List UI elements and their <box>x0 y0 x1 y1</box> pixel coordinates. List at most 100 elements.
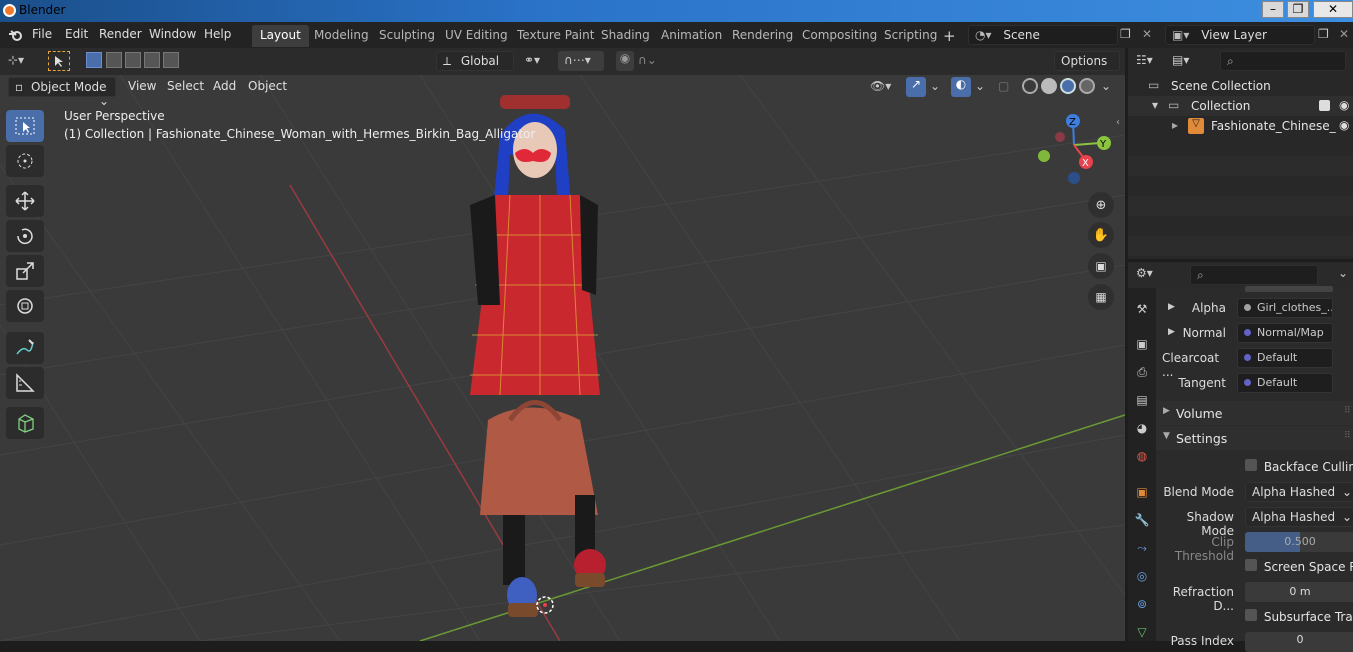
expand-right-icon[interactable]: ▶ <box>1168 327 1175 337</box>
screen-space-refraction-checkbox[interactable]: Screen Space R... <box>1245 559 1353 577</box>
subsurface-translucency-checkbox[interactable]: Subsurface Tran... <box>1245 609 1353 627</box>
outliner-row-object[interactable]: ▸ ▽ Fashionate_Chinese_ ◉ <box>1128 116 1353 136</box>
add-workspace-icon[interactable]: + <box>943 27 956 45</box>
outliner-search-input[interactable]: ⌕ <box>1220 51 1346 71</box>
visibility-icon[interactable]: 👁▾ <box>870 79 891 93</box>
expand-right-icon[interactable]: ▶ <box>1168 302 1175 312</box>
add-cube-tool[interactable] <box>6 407 44 439</box>
exclude-checkbox-icon[interactable] <box>1319 100 1330 111</box>
constraints-tab-icon[interactable]: ⊚ <box>1133 595 1151 613</box>
physics-tab-icon[interactable]: ◎ <box>1133 567 1151 585</box>
blender-menu-icon[interactable] <box>8 27 24 43</box>
tab-shading[interactable]: Shading <box>593 25 658 47</box>
select-subtract-icon[interactable] <box>125 52 141 68</box>
viewport-menu-add[interactable]: Add <box>213 79 236 93</box>
editor-type-icon[interactable]: ⊹▾ <box>8 53 24 67</box>
annotate-tool[interactable] <box>6 332 44 364</box>
select-invert-icon[interactable] <box>144 52 160 68</box>
object-tab-icon[interactable]: ▣ <box>1133 483 1151 501</box>
rendered-shading-icon[interactable] <box>1079 78 1095 94</box>
drag-handle-icon[interactable]: ⠿ <box>1344 431 1351 441</box>
measure-tool[interactable] <box>6 367 44 399</box>
close-button[interactable]: ✕ <box>1313 1 1353 18</box>
tab-scripting[interactable]: Scripting <box>876 25 945 47</box>
proportional-editing-icon[interactable]: ◉ <box>616 51 634 71</box>
tab-sculpting[interactable]: Sculpting <box>371 25 443 47</box>
chevron-down-icon[interactable]: ⌄ <box>930 79 940 93</box>
menu-file[interactable]: File <box>32 27 52 41</box>
alpha-socket[interactable]: Girl_clothes_... <box>1237 298 1333 318</box>
delete-view-layer-icon[interactable]: ✕ <box>1339 27 1349 41</box>
select-box-tool[interactable] <box>6 110 44 142</box>
chevron-down-icon[interactable]: ⌄ <box>1101 79 1111 93</box>
chevron-down-icon[interactable]: ⌄ <box>975 79 985 93</box>
refraction-depth-field[interactable]: 0 m <box>1245 582 1353 602</box>
transform-orientation-dropdown[interactable]: ⟂ Global ⌄ <box>436 51 514 83</box>
shadow-mode-dropdown[interactable]: Alpha Hashed ⌄ <box>1245 507 1353 527</box>
tab-compositing[interactable]: Compositing <box>794 25 885 47</box>
render-tab-icon[interactable]: ▣ <box>1133 335 1151 353</box>
menu-render[interactable]: Render <box>99 27 142 41</box>
new-view-layer-icon[interactable]: ❐ <box>1318 27 1329 41</box>
eye-icon[interactable]: ◉ <box>1339 98 1349 112</box>
mode-dropdown[interactable]: ▫ Object Mode ⌄ <box>8 77 116 108</box>
tool-tab-icon[interactable]: ⚒ <box>1133 300 1151 318</box>
display-mode-icon[interactable]: ▤▾ <box>1172 53 1189 67</box>
pivot-point-icon[interactable]: ⚭▾ <box>524 53 540 67</box>
material-preview-icon[interactable] <box>1060 78 1076 94</box>
expand-right-icon[interactable]: ▸ <box>1172 118 1178 132</box>
outliner-row-collection[interactable]: ▾ ▭ Collection ◉ <box>1128 96 1353 116</box>
tab-layout[interactable]: Layout <box>252 25 309 47</box>
drag-handle-icon[interactable]: ⠿ <box>1344 406 1351 416</box>
3d-viewport[interactable]: ▫ Object Mode ⌄ View Select Add Object 👁… <box>0 75 1125 641</box>
scene-selector[interactable]: ◔▾ Scene <box>968 25 1118 45</box>
menu-edit[interactable]: Edit <box>65 27 88 41</box>
viewport-menu-view[interactable]: View <box>128 79 156 93</box>
select-extend-icon[interactable] <box>106 52 122 68</box>
delete-scene-icon[interactable]: ✕ <box>1142 27 1152 41</box>
properties-search-input[interactable]: ⌕ <box>1190 265 1318 285</box>
properties-editor-type-icon[interactable]: ⚙▾ <box>1136 266 1153 280</box>
maximize-button[interactable]: ❐ <box>1287 1 1309 18</box>
overlay-toggle-icon[interactable]: ◐ <box>951 77 971 97</box>
view-layer-selector[interactable]: ▣▾ View Layer <box>1165 25 1315 45</box>
blend-mode-dropdown[interactable]: Alpha Hashed ⌄ <box>1245 482 1353 502</box>
outliner-editor-type-icon[interactable]: ☷▾ <box>1136 53 1153 67</box>
normal-socket[interactable]: Normal/Map <box>1237 323 1333 343</box>
view-layer-tab-icon[interactable]: ▤ <box>1133 391 1151 409</box>
volume-panel-header[interactable]: ▶ Volume ⠿ <box>1156 401 1353 425</box>
perspective-toggle-icon[interactable]: ▦ <box>1088 284 1114 310</box>
outliner-row-scene-collection[interactable]: ▭ Scene Collection <box>1128 76 1353 96</box>
settings-panel-header[interactable]: ▼ Settings ⠿ <box>1156 426 1353 450</box>
select-intersect-icon[interactable] <box>163 52 179 68</box>
tab-animation[interactable]: Animation <box>653 25 730 47</box>
chevron-down-icon[interactable]: ⌄ <box>1338 266 1348 280</box>
rotate-tool[interactable] <box>6 220 44 252</box>
solid-shading-icon[interactable] <box>1041 78 1057 94</box>
menu-help[interactable]: Help <box>204 27 231 41</box>
output-tab-icon[interactable]: ⎙ <box>1133 363 1151 381</box>
new-scene-icon[interactable]: ❐ <box>1120 27 1131 41</box>
data-tab-icon[interactable]: ▽ <box>1133 623 1151 641</box>
scale-tool[interactable] <box>6 255 44 287</box>
tab-rendering[interactable]: Rendering <box>724 25 801 47</box>
camera-view-icon[interactable]: ▣ <box>1088 253 1114 279</box>
pass-index-field[interactable]: 0 <box>1245 632 1353 652</box>
scene-tab-icon[interactable]: ◕ <box>1133 419 1151 437</box>
navigation-gizmo[interactable]: Z Y X <box>1030 113 1120 193</box>
tab-texture-paint[interactable]: Texture Paint <box>509 25 602 47</box>
transform-tool[interactable] <box>6 290 44 322</box>
proportional-falloff-icon[interactable]: ∩⌄ <box>638 53 657 67</box>
xray-toggle-icon[interactable]: ▢ <box>998 79 1009 93</box>
tangent-socket[interactable]: Default <box>1237 373 1333 393</box>
zoom-icon[interactable]: ⊕ <box>1088 192 1114 218</box>
world-tab-icon[interactable]: ◍ <box>1133 447 1151 465</box>
modifier-tab-icon[interactable]: 🔧 <box>1133 511 1151 529</box>
select-new-icon[interactable] <box>86 52 102 68</box>
cursor-tool[interactable] <box>6 145 44 177</box>
options-dropdown[interactable]: Options ⌄ <box>1054 51 1120 82</box>
move-tool[interactable] <box>6 185 44 217</box>
clearcoat-socket[interactable]: Default <box>1237 348 1333 368</box>
particles-tab-icon[interactable]: ⤳ <box>1133 539 1151 557</box>
tab-modeling[interactable]: Modeling <box>306 25 377 47</box>
